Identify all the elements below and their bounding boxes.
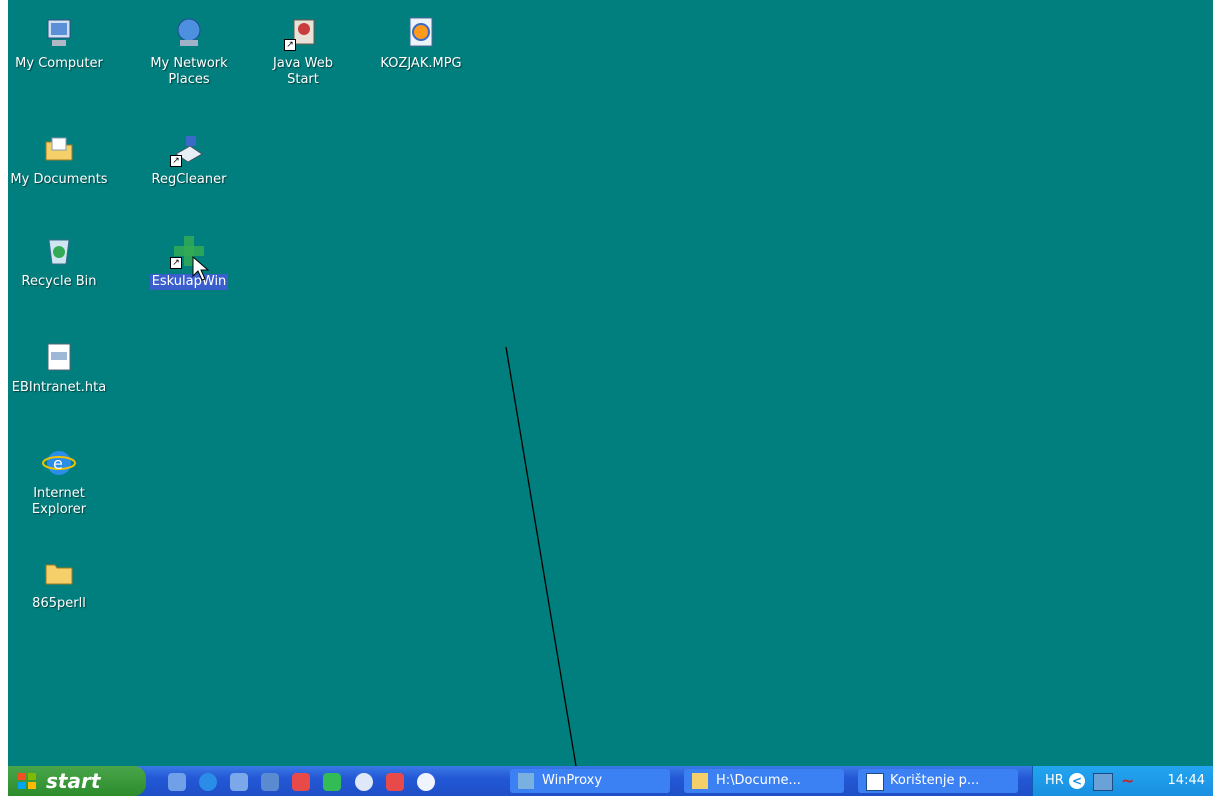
activity-icon[interactable]: ~ <box>1121 773 1139 789</box>
annotation-line <box>505 346 581 791</box>
internet-explorer-icon[interactable] <box>199 772 218 791</box>
network-icon[interactable] <box>261 772 280 791</box>
winproxy-icon <box>518 773 534 789</box>
task-label: H:\Docume... <box>716 773 801 788</box>
task-button-folder[interactable]: H:\Docume... <box>684 769 844 793</box>
ie-settings-icon[interactable] <box>168 772 186 791</box>
system-tray: HR < ~ 14:44 <box>1032 766 1213 796</box>
network-status-icon[interactable] <box>1093 773 1113 791</box>
word-icon <box>866 773 884 791</box>
windows-flag-icon <box>18 773 36 789</box>
eskulap-icon[interactable] <box>323 772 342 791</box>
info-icon[interactable] <box>416 772 435 791</box>
task-button-winproxy[interactable]: WinProxy <box>510 769 670 793</box>
task-button-word[interactable]: Korištenje p... <box>858 769 1018 793</box>
chevron-left-icon[interactable]: < <box>1069 773 1085 789</box>
start-button[interactable]: start <box>8 766 146 796</box>
task-label: WinProxy <box>542 773 603 788</box>
clock[interactable]: 14:44 <box>1168 766 1205 796</box>
language-indicator[interactable]: HR <box>1045 766 1064 796</box>
msn-icon[interactable] <box>292 772 311 791</box>
help-icon[interactable] <box>354 772 373 791</box>
folder-icon <box>692 773 708 789</box>
taskbar: start WinProxy H:\Docume... Korištenje p… <box>8 766 1213 796</box>
start-label: start <box>46 769 101 793</box>
desktop: My Computer My Network Places ↗ Java Web… <box>8 0 1213 796</box>
outlook-icon[interactable] <box>230 772 249 791</box>
quick-launch <box>168 771 443 791</box>
stop-icon[interactable] <box>385 772 404 791</box>
task-label: Korištenje p... <box>890 773 980 788</box>
